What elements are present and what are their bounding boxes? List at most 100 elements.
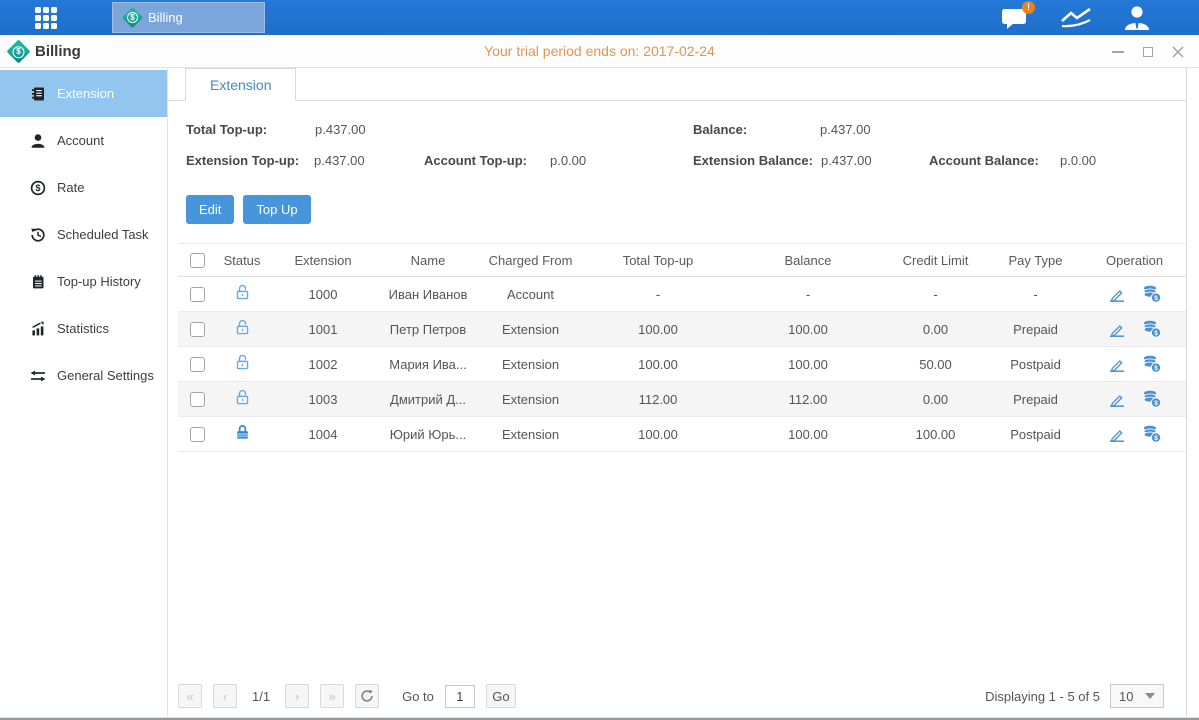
cell-total-topup: 100.00 [583,417,733,452]
cell-balance: 100.00 [733,312,883,347]
pagination-bar: « ‹ 1/1 › » Go to Go Displaying 1 - 5 of… [178,684,1186,708]
row-checkbox[interactable] [190,427,205,442]
edit-row-icon[interactable] [1108,355,1126,373]
cell-pay-type: - [988,277,1083,312]
sidebar-item-general-settings[interactable]: General Settings [0,352,167,399]
summary-value: p.0.00 [550,153,586,168]
maximize-icon[interactable] [1141,45,1155,59]
edit-row-icon[interactable] [1108,320,1126,338]
goto-page-input[interactable] [445,685,475,708]
sidebar: Extension Account $ Rate Scheduled Task [0,68,168,717]
col-balance: Balance [733,244,883,277]
sidebar-item-extension[interactable]: Extension [0,70,167,117]
go-button[interactable]: Go [486,684,516,708]
cell-charged-from: Extension [478,417,583,452]
cell-credit-limit: 50.00 [883,347,988,382]
chevron-down-icon [1145,693,1155,699]
row-checkbox[interactable] [190,287,205,302]
table-row: 1002Мария Ива...Extension100.00100.0050.… [178,347,1186,382]
sidebar-item-scheduled-task[interactable]: Scheduled Task [0,211,167,258]
svg-text:$: $ [1154,295,1158,302]
cell-balance: - [733,277,883,312]
edit-row-icon[interactable] [1108,390,1126,408]
col-charged-from: Charged From [478,244,583,277]
cell-pay-type: Postpaid [988,417,1083,452]
svg-text:$: $ [1154,330,1158,337]
edit-row-icon[interactable] [1108,425,1126,443]
row-checkbox[interactable] [190,322,205,337]
summary-label: Extension Balance: [693,153,813,168]
unlocked-icon[interactable] [233,388,252,407]
summary-label: Account Top-up: [424,153,527,168]
app-launcher-grid-icon[interactable] [35,7,69,29]
tab-extension[interactable]: Extension [185,68,296,101]
top-up-row-icon[interactable]: $ [1142,284,1162,304]
page-size-select[interactable]: 10 [1110,684,1164,708]
cell-balance: 112.00 [733,382,883,417]
page-indicator: 1/1 [248,689,274,704]
displaying-text: Displaying 1 - 5 of 5 [985,689,1100,704]
tab-strip: Extension [168,68,1186,101]
cell-credit-limit: 0.00 [883,312,988,347]
last-page-button[interactable]: » [320,684,344,708]
minimize-icon[interactable] [1111,45,1125,59]
select-all-checkbox[interactable] [190,253,205,268]
summary-label: Extension Top-up: [186,153,299,168]
person-icon [30,133,46,149]
cell-total-topup: 100.00 [583,347,733,382]
sidebar-item-statistics[interactable]: Statistics [0,305,167,352]
taskbar-item-billing[interactable]: $ Billing [112,2,265,33]
close-icon[interactable] [1171,45,1185,59]
sidebar-item-rate[interactable]: $ Rate [0,164,167,211]
top-up-row-icon[interactable]: $ [1142,389,1162,409]
first-page-button[interactable]: « [178,684,202,708]
statistics-chart-icon[interactable] [1059,6,1093,30]
cell-pay-type: Prepaid [988,312,1083,347]
table-row: 1000Иван ИвановAccount----$ [178,277,1186,312]
col-total-topup: Total Top-up [583,244,733,277]
col-extension: Extension [268,244,378,277]
unlocked-icon[interactable] [233,353,252,372]
edit-button[interactable]: Edit [186,195,234,224]
svg-text:$: $ [35,183,40,193]
cell-balance: 100.00 [733,347,883,382]
top-up-row-icon[interactable]: $ [1142,424,1162,444]
sidebar-item-account[interactable]: Account [0,117,167,164]
top-up-row-icon[interactable]: $ [1142,319,1162,339]
row-checkbox[interactable] [190,357,205,372]
sidebar-item-label: Statistics [57,321,109,336]
ledger-icon [30,86,46,102]
billing-app-icon: $ [122,7,143,28]
top-up-row-icon[interactable]: $ [1142,354,1162,374]
top-up-button[interactable]: Top Up [243,195,310,224]
sidebar-item-label: Account [57,133,104,148]
row-checkbox[interactable] [190,392,205,407]
refresh-button[interactable] [355,684,379,708]
summary-value: p.0.00 [1060,153,1096,168]
cell-charged-from: Extension [478,312,583,347]
cell-name: Иван Иванов [378,277,478,312]
cell-balance: 100.00 [733,417,883,452]
cell-extension: 1004 [268,417,378,452]
summary-value: p.437.00 [315,122,366,137]
cell-name: Мария Ива... [378,347,478,382]
summary-value: p.437.00 [314,153,365,168]
user-account-icon[interactable] [1123,5,1151,31]
next-page-button[interactable]: › [285,684,309,708]
sidebar-item-label: Scheduled Task [57,227,149,242]
sidebar-item-label: General Settings [57,368,154,383]
taskbar-item-label: Billing [148,10,183,25]
edit-row-icon[interactable] [1108,285,1126,303]
notifications-chat-icon[interactable]: ! [1001,6,1029,30]
sidebar-item-label: Extension [57,86,114,101]
unlocked-icon[interactable] [233,318,252,337]
cell-total-topup: - [583,277,733,312]
cell-pay-type: Prepaid [988,382,1083,417]
sidebar-item-topup-history[interactable]: Top-up History [0,258,167,305]
locked-icon[interactable] [233,423,252,442]
table-header-row: Status Extension Name Charged From Total… [178,244,1186,277]
sidebar-item-label: Rate [57,180,84,195]
prev-page-button[interactable]: ‹ [213,684,237,708]
unlocked-icon[interactable] [233,283,252,302]
table-row: 1001Петр ПетровExtension100.00100.000.00… [178,312,1186,347]
